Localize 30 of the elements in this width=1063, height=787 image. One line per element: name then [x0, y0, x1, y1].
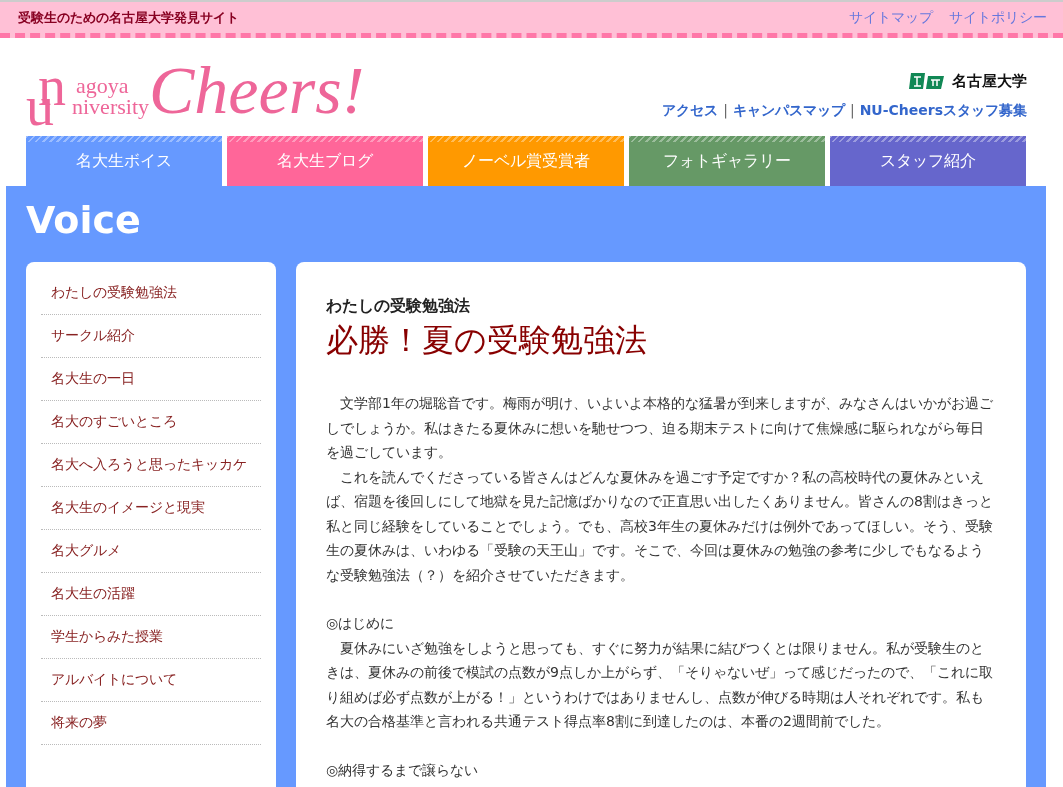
university-name[interactable]: 名古屋大学: [952, 71, 1027, 91]
sidebar-item[interactable]: 名大生の活躍: [41, 573, 261, 616]
university-emblem-icon: [908, 70, 946, 92]
sidebar-item[interactable]: 名大のすごいところ: [41, 401, 261, 444]
sidebar-item[interactable]: アルバイトについて: [41, 659, 261, 702]
sidebar-item[interactable]: 学生からみた授業: [41, 616, 261, 659]
link-separator: |: [849, 102, 855, 120]
article-subheading: ◎はじめに: [326, 614, 396, 633]
article-title: 必勝！夏の受験勉強法: [326, 320, 648, 361]
header-link[interactable]: アクセス: [662, 102, 719, 120]
article-paragraph: 夏休みにいざ勉強をしようと思っても、すぐに努力が結果に結びつくとは限りません。私が受験生のときは、夏休みの前後で模試の点数が9点しか上がらず、「そりゃないぜ」って感じだったので、「これに取り組めば必ず点数が上がる！」というわけではありませんし、点数が伸びる時期は人それぞれです。私も名大の合格基準と言われる共通テスト得点率8割に到達したのは、本番の2週間前でした。: [326, 638, 994, 731]
sidebar-item[interactable]: サークル紹介: [41, 315, 261, 358]
nav-tab[interactable]: スタッフ紹介: [830, 136, 1026, 186]
logo-text: agoya: [75, 76, 130, 98]
header-link[interactable]: NU-Cheersスタッフ募集: [859, 102, 1027, 120]
header-link[interactable]: キャンパスマップ: [732, 102, 845, 120]
sidebar-item[interactable]: 名大へ入ろうと思ったキッカケ: [41, 444, 261, 487]
sidebar-item[interactable]: 将来の夢: [41, 702, 261, 745]
sidebar-item[interactable]: わたしの受験勉強法: [41, 272, 261, 315]
article-category: わたしの受験勉強法: [326, 296, 471, 317]
sidebar-item[interactable]: 名大グルメ: [41, 530, 261, 573]
article-paragraph: これを読んでくださっている皆さんはどんな夏休みを過ごす予定ですか？私の高校時代の夏休みといえば、宿題を後回しにして地獄を見た記憶ばかりなので正直思い出したくありません。皆さんの8割はきっと私と同じ経験をしていることでしょう。でも、高校3年生の夏休みだけは例外であってほしい。そう、受験生の夏休みは、いわゆる「受験の天王山」です。そこで、今回は夏休みの勉強の参考に少しでもなるような受験勉強法（？）を紹介させていただきます。: [326, 467, 994, 585]
article-subheading: ◎納得するまで譲らない: [326, 760, 480, 780]
sidebar-item[interactable]: 名大生の一日: [41, 358, 261, 401]
link-separator: |: [723, 102, 728, 120]
logo-text: niversity: [72, 97, 149, 118]
site-tagline: 受験生のための名古屋大学発見サイト: [18, 8, 239, 27]
article-paragraph: 文学部1年の堀聡音です。梅雨が明け、いよいよ本格的な猛暑が到来しますが、みなさんはいかがお過ごしでしょうか。私はきたる夏休みに想いを馳せつつ、迫る期末テストに向けて焦燥感に駆られながら毎日を過ごしています。: [326, 394, 994, 462]
section-title: Voice: [26, 198, 142, 242]
sidebar-item[interactable]: 名大生のイメージと現実: [41, 487, 261, 530]
